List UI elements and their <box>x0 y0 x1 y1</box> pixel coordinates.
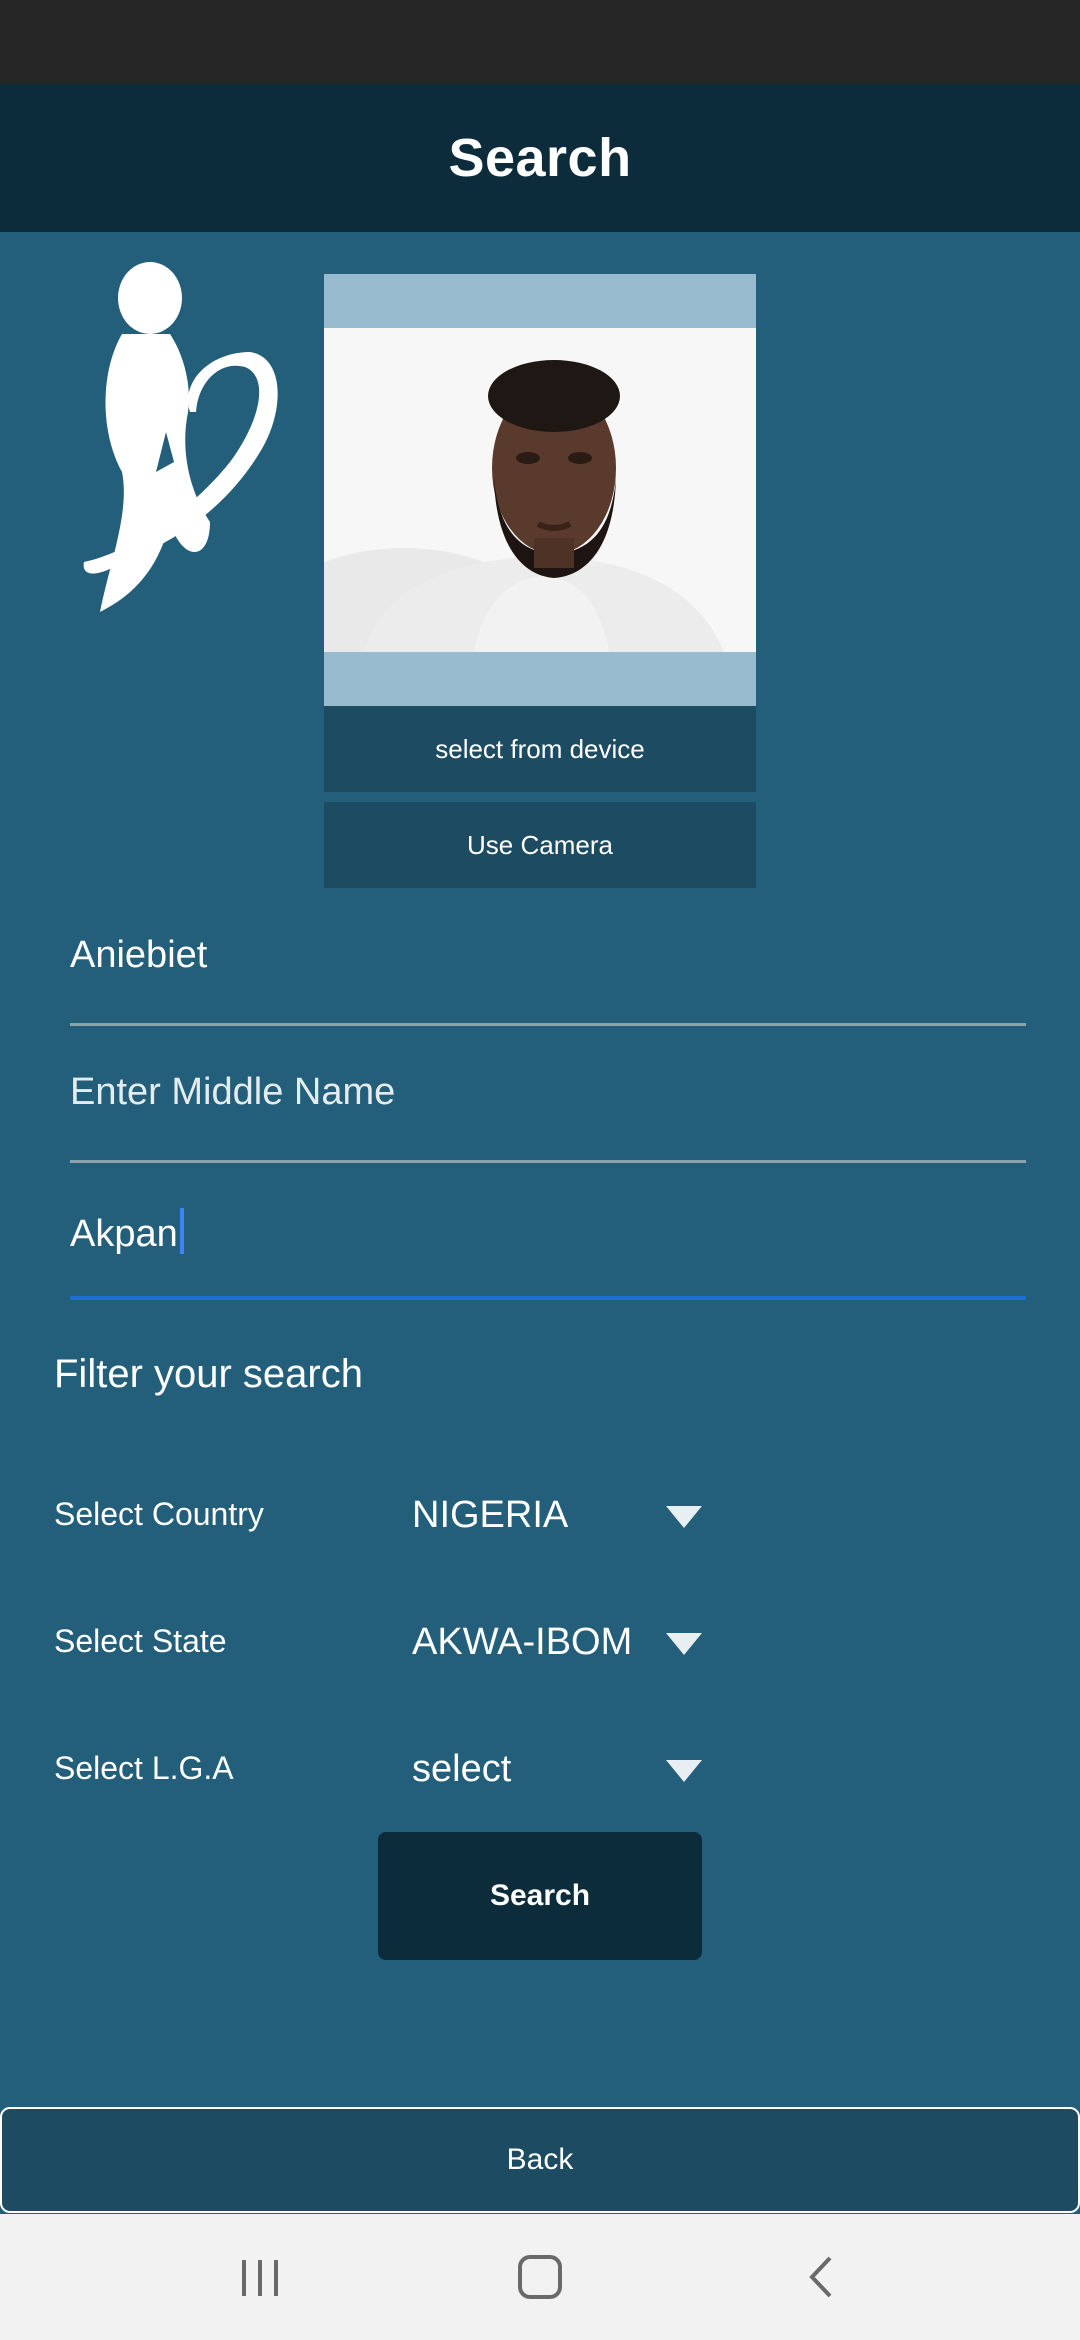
lga-label: Select L.G.A <box>54 1750 234 1786</box>
last-name-text: Akpan <box>70 1208 184 1256</box>
triangle-down-icon[interactable] <box>666 1506 702 1528</box>
back-button[interactable]: Back <box>0 2107 1080 2213</box>
photo-preview <box>324 274 756 706</box>
text-cursor <box>179 1208 184 1254</box>
recents-icon[interactable] <box>230 2252 290 2302</box>
last-name-value: Akpan <box>70 1213 178 1255</box>
home-icon[interactable] <box>510 2252 570 2302</box>
middle-name-placeholder: Enter Middle Name <box>70 1071 396 1113</box>
state-label: Select State <box>54 1623 227 1659</box>
heart-figure-logo-icon <box>83 262 278 612</box>
country-dropdown[interactable]: NIGERIA <box>412 1494 568 1537</box>
first-name-value: Aniebiet <box>70 934 208 976</box>
first-name-field[interactable]: Aniebiet <box>70 890 1026 1026</box>
select-from-device-button[interactable]: select from device <box>324 706 756 792</box>
triangle-down-icon[interactable] <box>666 1760 702 1782</box>
status-bar <box>0 0 1080 84</box>
filter-title: Filter your search <box>54 1352 363 1396</box>
middle-name-field[interactable]: Enter Middle Name <box>70 1027 1026 1163</box>
last-name-field[interactable]: Akpan <box>70 1164 1026 1300</box>
triangle-down-icon[interactable] <box>666 1633 702 1655</box>
app-bar: Search <box>0 84 1080 232</box>
lga-dropdown[interactable]: select <box>412 1748 511 1791</box>
profile-photo <box>324 328 756 652</box>
use-camera-button[interactable]: Use Camera <box>324 802 756 888</box>
state-dropdown[interactable]: AKWA-IBOM <box>412 1621 632 1664</box>
page-title: Search <box>448 128 632 188</box>
system-nav-bar <box>0 2214 1080 2340</box>
country-label: Select Country <box>54 1496 264 1532</box>
search-button[interactable]: Search <box>378 1832 702 1960</box>
back-icon[interactable] <box>792 2252 852 2302</box>
